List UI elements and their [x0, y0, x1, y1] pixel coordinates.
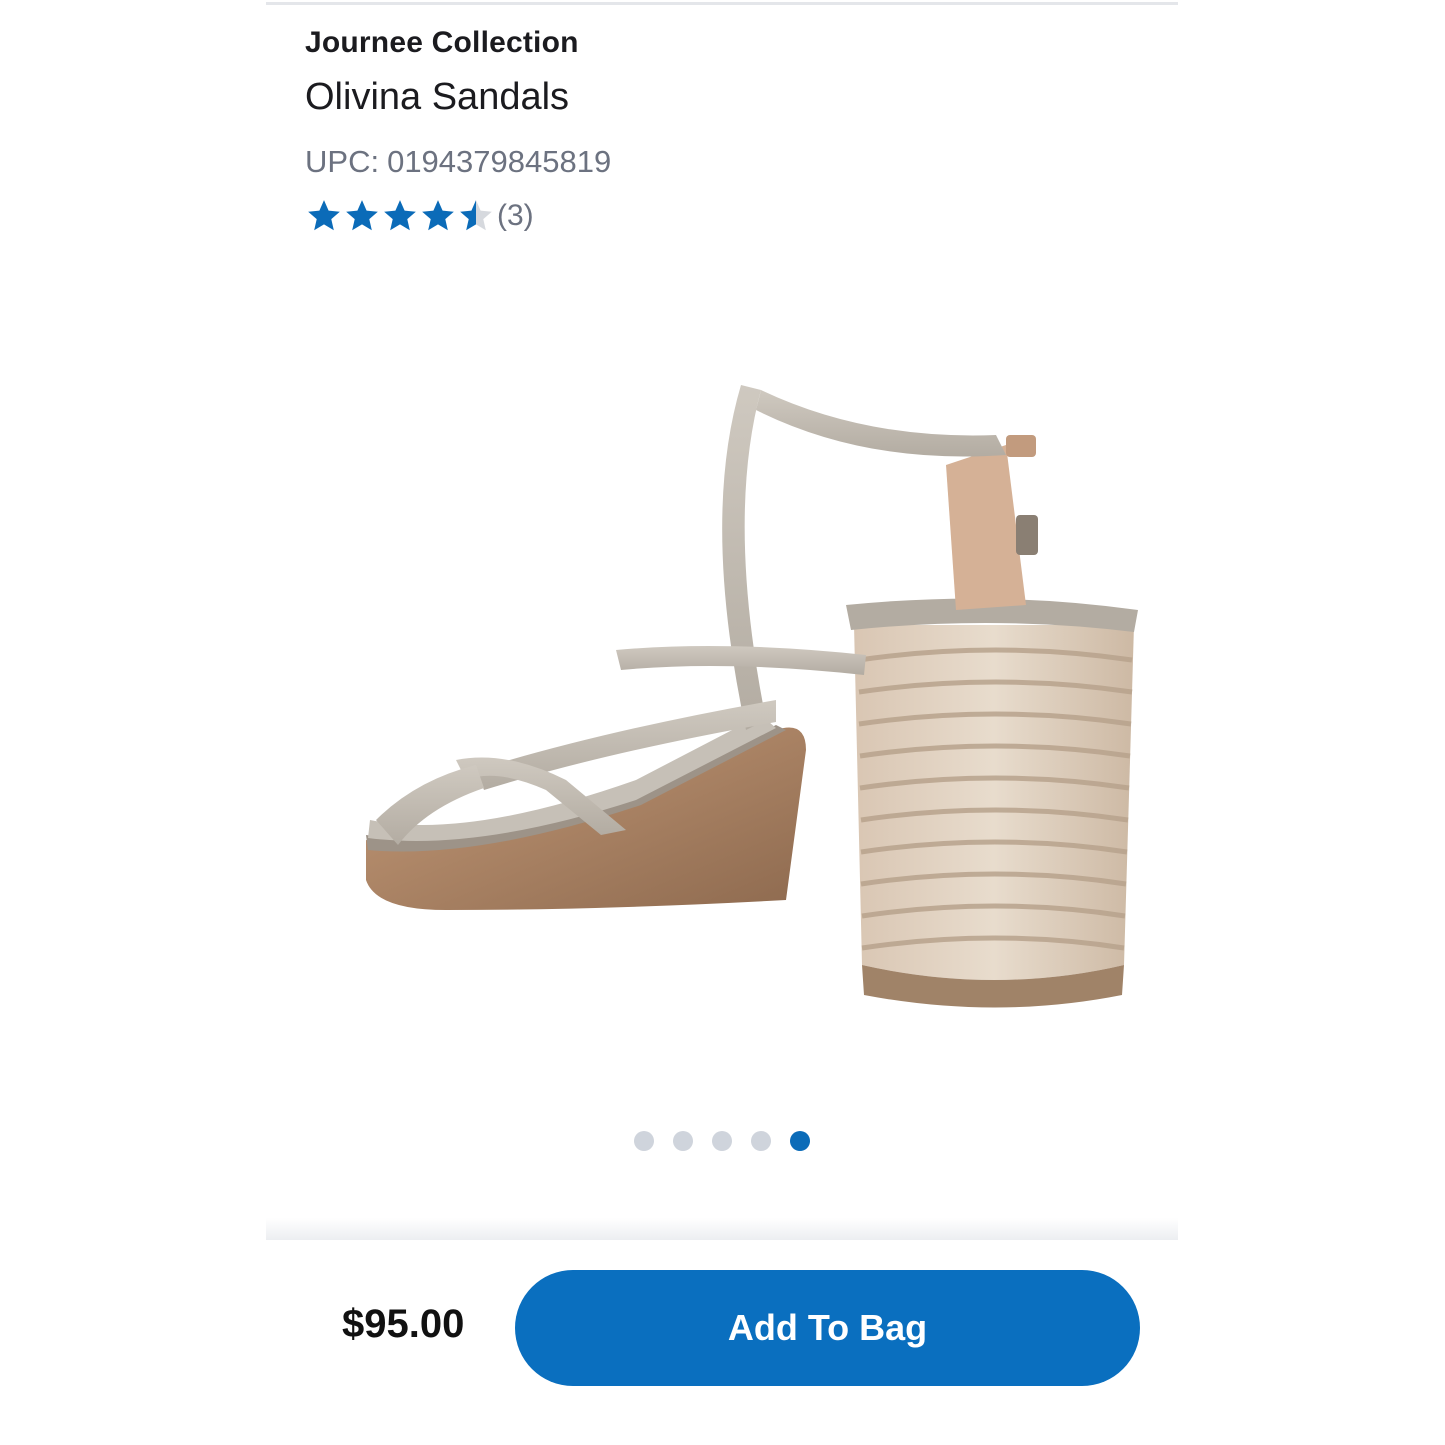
upc-label: UPC: [305, 144, 380, 179]
upc-line: UPC: 0194379845819 [305, 144, 611, 180]
carousel-dot[interactable] [751, 1131, 771, 1151]
review-count[interactable]: (3) [497, 199, 534, 233]
sandal-product-image[interactable] [306, 260, 1146, 1100]
carousel-dot[interactable] [712, 1131, 732, 1151]
star-icon [308, 200, 340, 231]
carousel-dot[interactable] [673, 1131, 693, 1151]
brand-name[interactable]: Journee Collection [305, 26, 579, 60]
star-icon [346, 200, 378, 231]
star-rating [305, 197, 495, 235]
carousel-dot[interactable] [634, 1131, 654, 1151]
star-icon [422, 200, 454, 231]
carousel-dot-active[interactable] [790, 1131, 810, 1151]
carousel-indicators [266, 1131, 1178, 1151]
purchase-bar: $95.00 Add To Bag [266, 1240, 1178, 1445]
upc-value: 0194379845819 [387, 144, 612, 179]
rating-summary[interactable]: (3) [305, 194, 534, 238]
price: $95.00 [342, 1302, 465, 1346]
top-divider [266, 2, 1178, 5]
product-title: Olivina Sandals [305, 76, 570, 118]
add-to-bag-button[interactable]: Add To Bag [515, 1270, 1140, 1386]
bottom-bar-shadow [266, 1218, 1178, 1240]
product-page: Journee Collection Olivina Sandals UPC: 0… [266, 0, 1178, 1445]
star-icon [460, 200, 492, 231]
star-icon [384, 200, 416, 231]
